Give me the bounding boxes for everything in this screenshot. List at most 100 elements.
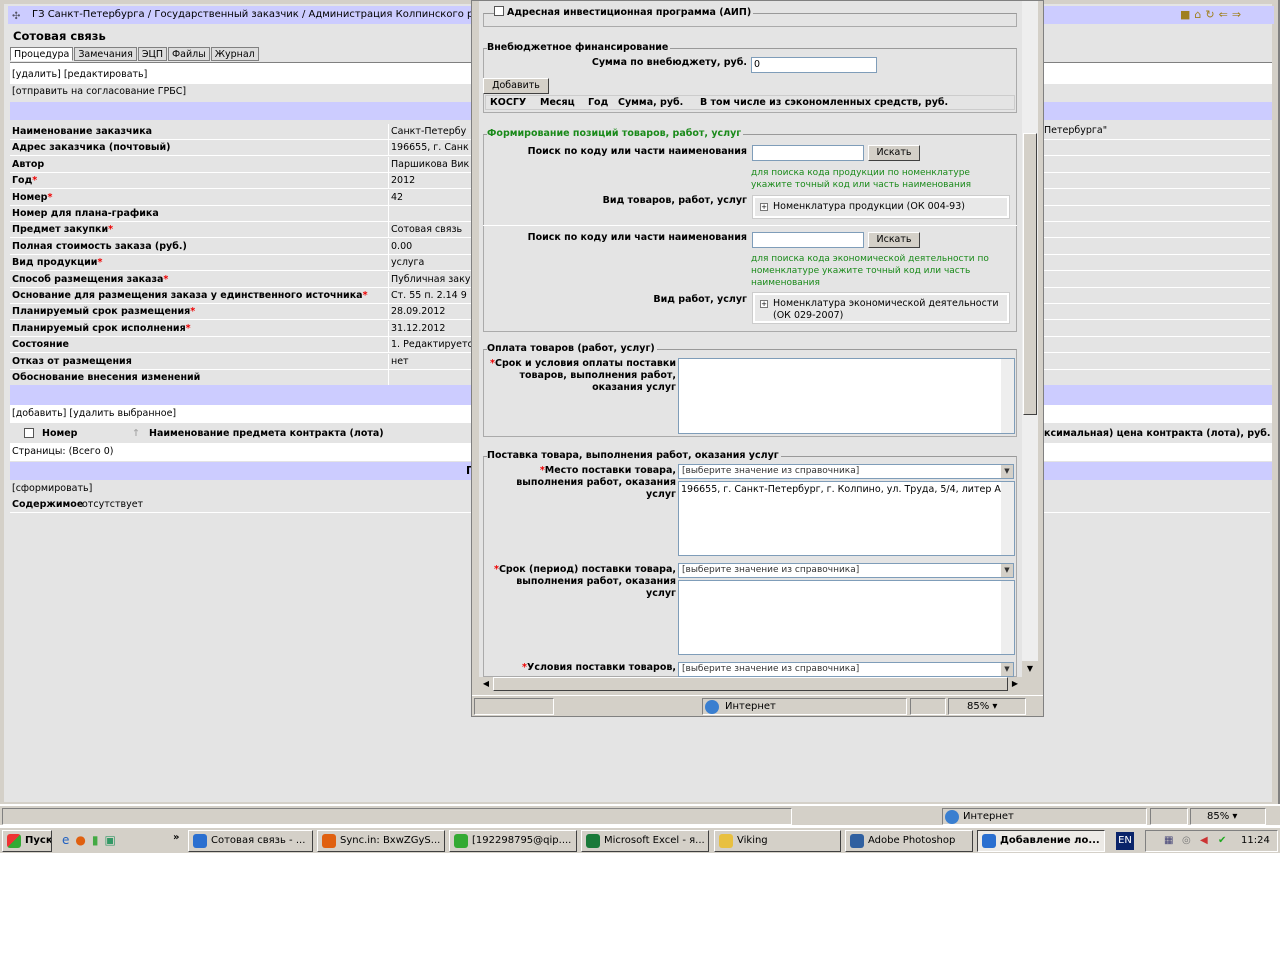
generate-link[interactable]: [сформировать] (12, 483, 92, 494)
zoom-control[interactable]: 85% ▾ (948, 698, 1026, 715)
volume-icon[interactable]: ◀ (1200, 831, 1208, 851)
payment-terms-label: Срок и условия оплаты поставки товаров, … (494, 358, 676, 393)
sort-arrow-icon[interactable]: ↑ (132, 424, 140, 443)
required-mark: * (108, 224, 114, 236)
required-mark: * (47, 191, 53, 203)
quick-launch: e●▮▣ (62, 833, 152, 849)
aip-fieldset: Адресная инвестиционная программа (АИП) (483, 6, 1017, 27)
scrollbar[interactable] (1001, 482, 1014, 555)
protected-mode-icon[interactable] (1150, 808, 1188, 825)
send-approval-link[interactable]: [отправить на согласование ГРБС] (12, 86, 186, 97)
offbudget-sum-input[interactable]: 0 (751, 57, 877, 73)
delete-selected-link[interactable]: [удалить выбранное] (69, 408, 176, 419)
delivery-place-select[interactable]: [выберите значение из справочника] ▼ (678, 464, 1014, 479)
taskbar-item[interactable]: Sync.in: BxwZGyS... (317, 830, 445, 852)
goods-search-label: Поиск по коду или части наименования (527, 146, 747, 157)
forward-icon[interactable]: ⇒ (1232, 8, 1245, 21)
app-icon (982, 834, 996, 848)
col-name[interactable]: Наименование предмета контракта (лота) (149, 424, 384, 443)
field-value: 0.00 (388, 238, 478, 255)
col-year: Год (588, 97, 609, 108)
works-search-button[interactable]: Искать (868, 232, 920, 248)
scroll-left-icon[interactable]: ◀ (479, 677, 493, 691)
taskbar-item[interactable]: Сотовая связь - ... (188, 830, 313, 852)
zoom-control[interactable]: 85% ▾ (1190, 808, 1266, 825)
scrollbar-thumb[interactable] (1023, 133, 1037, 415)
network-icon[interactable]: ▦ (1164, 831, 1173, 851)
aip-checkbox[interactable] (494, 6, 504, 16)
tray-icon[interactable]: ◎ (1182, 831, 1191, 851)
chevron-down-icon[interactable]: ▼ (1001, 663, 1013, 676)
ie-icon[interactable]: e (62, 833, 75, 847)
tab-procedure[interactable]: Процедура (10, 47, 74, 61)
scrollbar[interactable] (1001, 359, 1014, 433)
works-search-label: Поиск по коду или части наименования (527, 232, 747, 243)
taskbar-item[interactable]: Adobe Photoshop (845, 830, 973, 852)
required-mark: * (97, 257, 103, 269)
firefox-icon[interactable]: ● (75, 833, 91, 847)
goods-search-button[interactable]: Искать (868, 145, 920, 161)
pages-text: Страницы: (Всего 0) (12, 446, 114, 457)
scroll-right-icon[interactable]: ▶ (1008, 677, 1022, 691)
sync-icon[interactable]: ✔ (1218, 831, 1226, 851)
field-label: Основание для размещения заказа у единст… (12, 290, 368, 301)
delivery-conditions-select[interactable]: [выберите значение из справочника] ▼ (678, 662, 1014, 677)
goods-tree[interactable]: + Номенклатура продукции (ОК 004-93) (752, 195, 1010, 219)
horizontal-scrollbar[interactable]: ◀ ▶ (479, 677, 1022, 691)
vertical-scrollbar[interactable]: ▼ (1022, 1, 1038, 677)
taskbar-item[interactable]: Добавление ло... (977, 830, 1105, 852)
field-value: 31.12.2012 (388, 320, 478, 337)
back-icon[interactable]: ⇐ (1219, 8, 1232, 21)
delivery-place-textarea[interactable]: 196655, г. Санкт-Петербург, г. Колпино, … (678, 481, 1015, 556)
chevron-icon[interactable]: » (173, 832, 179, 843)
tab-files[interactable]: Файлы (167, 47, 210, 61)
expand-icon[interactable]: + (760, 300, 768, 308)
chevron-down-icon[interactable]: ▼ (1001, 465, 1013, 478)
works-search-input[interactable] (752, 232, 864, 248)
status-cell (2, 808, 792, 825)
works-type-label: Вид работ, услуг (653, 294, 747, 305)
delivery-period-select[interactable]: [выберите значение из справочника] ▼ (678, 563, 1014, 578)
field-label: Номер* (12, 191, 53, 203)
protected-mode-icon[interactable] (910, 698, 946, 715)
col-number[interactable]: Номер (42, 424, 78, 443)
scroll-down-icon[interactable]: ▼ (1022, 661, 1038, 677)
tab-remarks[interactable]: Замечания (74, 47, 137, 61)
field-label: Адрес заказчика (почтовый) (12, 142, 171, 154)
tab-signature[interactable]: ЭЦП (137, 47, 167, 61)
tab-journal[interactable]: Журнал (210, 47, 259, 61)
field-value: 2012 (388, 173, 478, 190)
add-button[interactable]: Добавить (483, 78, 549, 94)
payment-terms-textarea[interactable] (678, 358, 1015, 434)
app-icon[interactable]: ▣ (104, 833, 121, 847)
delete-link[interactable]: [удалить] (12, 69, 61, 80)
expand-icon[interactable]: + (760, 203, 768, 211)
start-button[interactable]: Пуск (2, 830, 52, 852)
col-price[interactable]: ксимальная) цена контракта (лота), руб. (1044, 424, 1271, 443)
language-indicator[interactable]: EN (1116, 832, 1134, 850)
goods-search-input[interactable] (752, 145, 864, 161)
chevron-down-icon[interactable]: ▼ (1001, 564, 1013, 577)
field-value: Санкт-Петербу (388, 124, 478, 140)
add-lot-link[interactable]: [добавить] (12, 408, 66, 419)
app-icon (850, 834, 864, 848)
taskbar-item[interactable]: Viking (714, 830, 841, 852)
home-icon[interactable]: ⌂ (1194, 8, 1205, 21)
app-icon (193, 834, 207, 848)
refresh-icon[interactable]: ↻ (1205, 8, 1218, 21)
taskbar-item[interactable]: Microsoft Excel - я... (581, 830, 709, 852)
breadcrumb-text[interactable]: ГЗ Санкт-Петербурга / Государственный за… (32, 9, 505, 20)
app-icon[interactable]: ▮ (92, 833, 105, 847)
folder-icon[interactable]: ■ (1180, 8, 1194, 21)
scrollbar-thumb[interactable] (493, 677, 1008, 691)
scrollbar[interactable] (1001, 581, 1014, 654)
delivery-period-textarea[interactable] (678, 580, 1015, 655)
select-all-checkbox[interactable] (24, 428, 34, 438)
field-value: услуга (388, 255, 478, 272)
goods-type-label: Вид товаров, работ, услуг (602, 195, 747, 206)
positions-legend: Формирование позиций товаров, работ, усл… (487, 128, 744, 139)
edit-link[interactable]: [редактировать] (64, 69, 148, 80)
works-tree[interactable]: + Номенклатура экономической деятельности… (752, 292, 1010, 324)
taskbar-item[interactable]: [192298795@qip.... (449, 830, 577, 852)
content-value: отсутствует (82, 499, 144, 510)
